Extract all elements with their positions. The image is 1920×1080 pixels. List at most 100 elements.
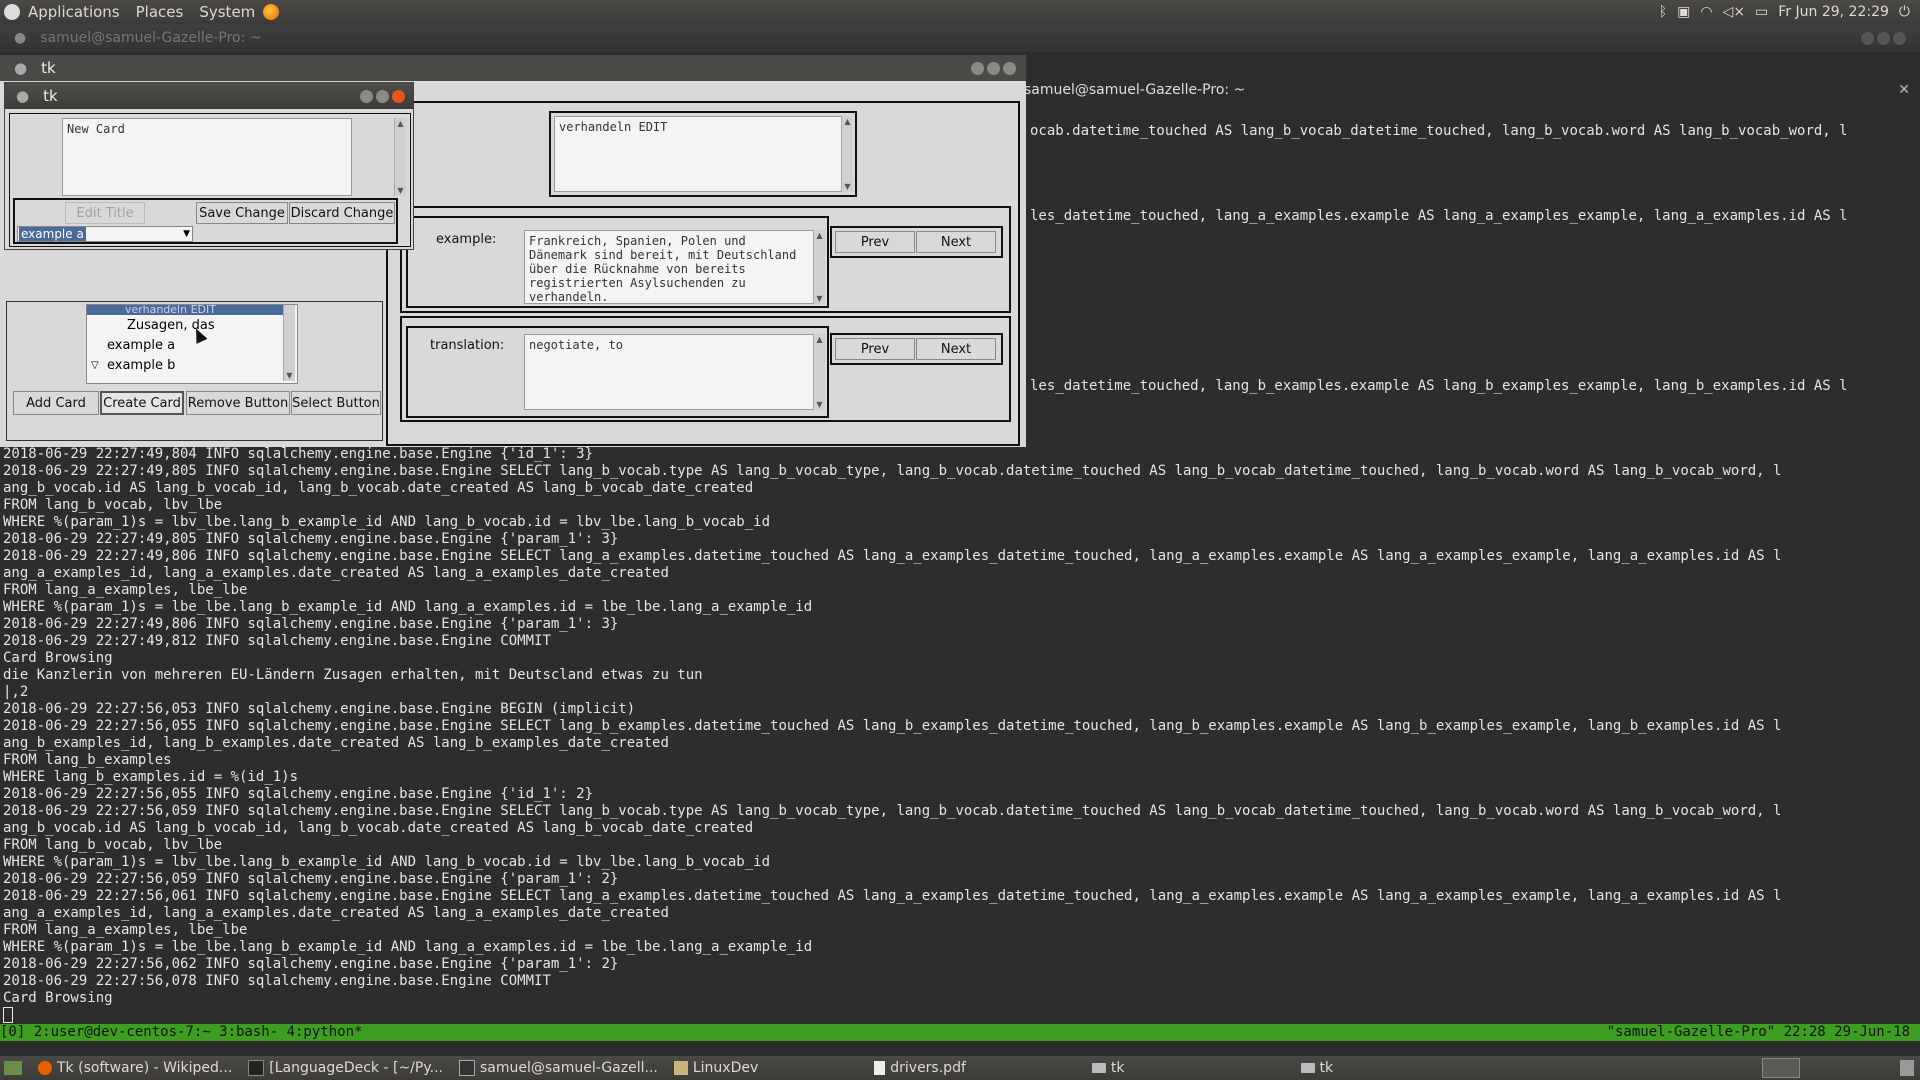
- example-frame: example: Frankreich, Spanien, Polen und …: [400, 206, 1011, 313]
- terminal-line: FROM lang_a_examples, lbe_lbe: [3, 922, 248, 938]
- tk-popup-menu-icon[interactable]: ●: [16, 87, 29, 105]
- taskbar-item[interactable]: drivers.pdf: [866, 1057, 974, 1079]
- tk-popup-title: tk: [43, 87, 58, 105]
- maximize-icon[interactable]: [376, 89, 389, 103]
- taskbar-item[interactable]: tk: [1084, 1057, 1133, 1079]
- scroll-up-icon[interactable]: ▲: [815, 335, 824, 344]
- translation-textbox[interactable]: negotiate, to: [524, 334, 814, 410]
- menu-applications[interactable]: Applications: [20, 3, 128, 21]
- terminal-line: 2018-06-29 22:27:49,805 INFO sqlalchemy.…: [3, 463, 1782, 479]
- card-tree[interactable]: verhandeln EDIT Zusagen, das example a ▽…: [86, 304, 298, 384]
- taskbar-item[interactable]: LinuxDev: [666, 1057, 766, 1079]
- close-icon[interactable]: [1893, 31, 1906, 45]
- taskbar-item[interactable]: tk: [1293, 1057, 1342, 1079]
- scroll-down-icon[interactable]: ▼: [815, 400, 824, 409]
- trash-icon[interactable]: [1900, 1060, 1914, 1076]
- close-icon[interactable]: [392, 89, 405, 103]
- close-icon[interactable]: [1003, 61, 1016, 75]
- example-textbox[interactable]: Frankreich, Spanien, Polen und Dänemark …: [524, 230, 814, 304]
- terminal-line: 2018-06-29 22:27:49,805 INFO sqlalchemy.…: [3, 531, 619, 547]
- minimize-icon[interactable]: [1861, 31, 1874, 45]
- volume-icon[interactable]: ◁×: [1723, 4, 1746, 20]
- chevron-down-icon[interactable]: ▼: [183, 227, 190, 241]
- tk-popup-window[interactable]: ● tk New Card ▲ ▼ Edit Title Save Change…: [4, 82, 414, 250]
- example-prev-button[interactable]: Prev: [835, 231, 915, 253]
- minimize-icon[interactable]: [360, 89, 373, 103]
- scroll-down-icon[interactable]: ▼: [285, 371, 294, 380]
- scroll-down-icon[interactable]: ▼: [815, 294, 824, 303]
- maximize-icon[interactable]: [987, 61, 1000, 75]
- translation-inner-frame: translation: negotiate, to ▲ ▼: [406, 326, 829, 418]
- workspace-switcher-icon[interactable]: [1762, 1058, 1800, 1078]
- translation-next-button[interactable]: Next: [916, 338, 996, 360]
- save-change-button[interactable]: Save Change: [196, 202, 288, 224]
- terminal-line: les_datetime_touched, lang_a_examples.ex…: [1030, 208, 1848, 224]
- remove-button-button[interactable]: Remove Button: [186, 391, 290, 415]
- example-label: example:: [436, 232, 497, 247]
- tree-item[interactable]: verhandeln EDIT: [87, 305, 285, 315]
- example-scrollbar[interactable]: ▲ ▼: [813, 230, 825, 304]
- terminal-line: FROM lang_b_vocab, lbv_lbe: [3, 837, 223, 853]
- tk-popup-titlebar[interactable]: ● tk: [5, 83, 413, 109]
- example-inner-frame: example: Frankreich, Spanien, Polen und …: [406, 216, 829, 308]
- tk-main-menu-icon[interactable]: ●: [14, 59, 27, 77]
- tree-item[interactable]: example a: [107, 338, 175, 353]
- create-card-button[interactable]: Create Card: [100, 391, 184, 415]
- card-title-textbox[interactable]: New Card: [62, 118, 352, 196]
- terminal-titlebar[interactable]: ● samuel@samuel-Gazelle-Pro: ~: [0, 24, 1920, 52]
- example-combobox-value: example a: [19, 227, 86, 241]
- tree-expand-icon[interactable]: ▽: [91, 360, 99, 371]
- taskbar-item[interactable]: Tk (software) - Wikiped...: [30, 1057, 240, 1079]
- firefox-icon[interactable]: [263, 4, 280, 20]
- example-next-button[interactable]: Next: [916, 231, 996, 253]
- bluetooth-icon[interactable]: ᛒ: [1659, 4, 1667, 20]
- terminal-line: 2018-06-29 22:27:49,812 INFO sqlalchemy.…: [3, 633, 551, 649]
- show-desktop-icon[interactable]: [4, 1061, 22, 1075]
- maximize-icon[interactable]: [1877, 31, 1890, 45]
- popup-controls-frame: Edit Title Save Change Discard Change ex…: [13, 198, 398, 244]
- add-card-button[interactable]: Add Card: [13, 391, 99, 415]
- wifi-icon[interactable]: ◠: [1700, 4, 1712, 20]
- tk-main-titlebar[interactable]: ● tk: [0, 55, 1026, 81]
- taskbar-item[interactable]: [LanguageDeck - [~/Py...: [240, 1057, 451, 1079]
- scroll-up-icon[interactable]: ▲: [396, 119, 405, 128]
- tmux-windows[interactable]: [0] 2:user@dev-centos-7:~ 3:bash- 4:pyth…: [0, 1024, 362, 1041]
- network-icon[interactable]: ▣: [1677, 4, 1690, 20]
- menu-places[interactable]: Places: [128, 3, 192, 21]
- tree-item[interactable]: example b: [107, 358, 175, 373]
- discard-change-button[interactable]: Discard Change: [289, 202, 395, 224]
- folder-icon: [673, 1061, 688, 1075]
- terminal-line: WHERE %(param_1)s = lbe_lbe.lang_b_examp…: [3, 939, 813, 955]
- terminal-line: WHERE %(param_1)s = lbv_lbe.lang_b_examp…: [3, 854, 771, 870]
- pdf-icon: [874, 1061, 886, 1075]
- scroll-up-icon[interactable]: ▲: [843, 117, 852, 126]
- minimize-icon[interactable]: [971, 61, 984, 75]
- edit-title-button[interactable]: Edit Title: [65, 202, 145, 224]
- battery-icon[interactable]: ▭: [1755, 4, 1768, 20]
- example-combobox[interactable]: example a ▼: [17, 226, 193, 242]
- terminal-tab[interactable]: samuel@samuel-Gazelle-Pro: ~ ✕: [1024, 77, 1920, 103]
- power-icon[interactable]: ⏻: [1899, 4, 1910, 20]
- clock[interactable]: Fr Jun 29, 22:29: [1778, 4, 1889, 20]
- select-button-button[interactable]: Select Button: [291, 391, 381, 415]
- taskbar-item-label: tk: [1110, 1060, 1125, 1076]
- scroll-up-icon[interactable]: ▲: [815, 231, 824, 240]
- tab-close-icon[interactable]: ✕: [1898, 82, 1920, 98]
- terminal-line: Card Browsing: [3, 650, 113, 666]
- taskbar-item[interactable]: samuel@samuel-Gazell...: [451, 1057, 666, 1079]
- menu-system[interactable]: System: [191, 3, 263, 21]
- terminal-line: FROM lang_b_examples: [3, 752, 172, 768]
- vocab-scrollbar[interactable]: ▲ ▼: [841, 116, 853, 192]
- ubuntu-logo-icon[interactable]: [4, 4, 20, 20]
- scroll-down-icon[interactable]: ▼: [396, 186, 405, 195]
- example-nav-frame: Prev Next: [830, 226, 1003, 258]
- terminal-menu-icon[interactable]: ●: [14, 30, 26, 46]
- tree-scrollbar[interactable]: ▼: [283, 305, 295, 381]
- translation-prev-button[interactable]: Prev: [835, 338, 915, 360]
- scroll-down-icon[interactable]: ▼: [843, 182, 852, 191]
- card-title-scrollbar[interactable]: ▲ ▼: [394, 118, 406, 196]
- taskbar-item-label: samuel@samuel-Gazell...: [479, 1060, 658, 1076]
- translation-scrollbar[interactable]: ▲ ▼: [813, 334, 825, 410]
- vocab-textbox[interactable]: verhandeln EDIT: [554, 116, 842, 192]
- terminal-line: les_datetime_touched, lang_b_examples.ex…: [1030, 378, 1848, 394]
